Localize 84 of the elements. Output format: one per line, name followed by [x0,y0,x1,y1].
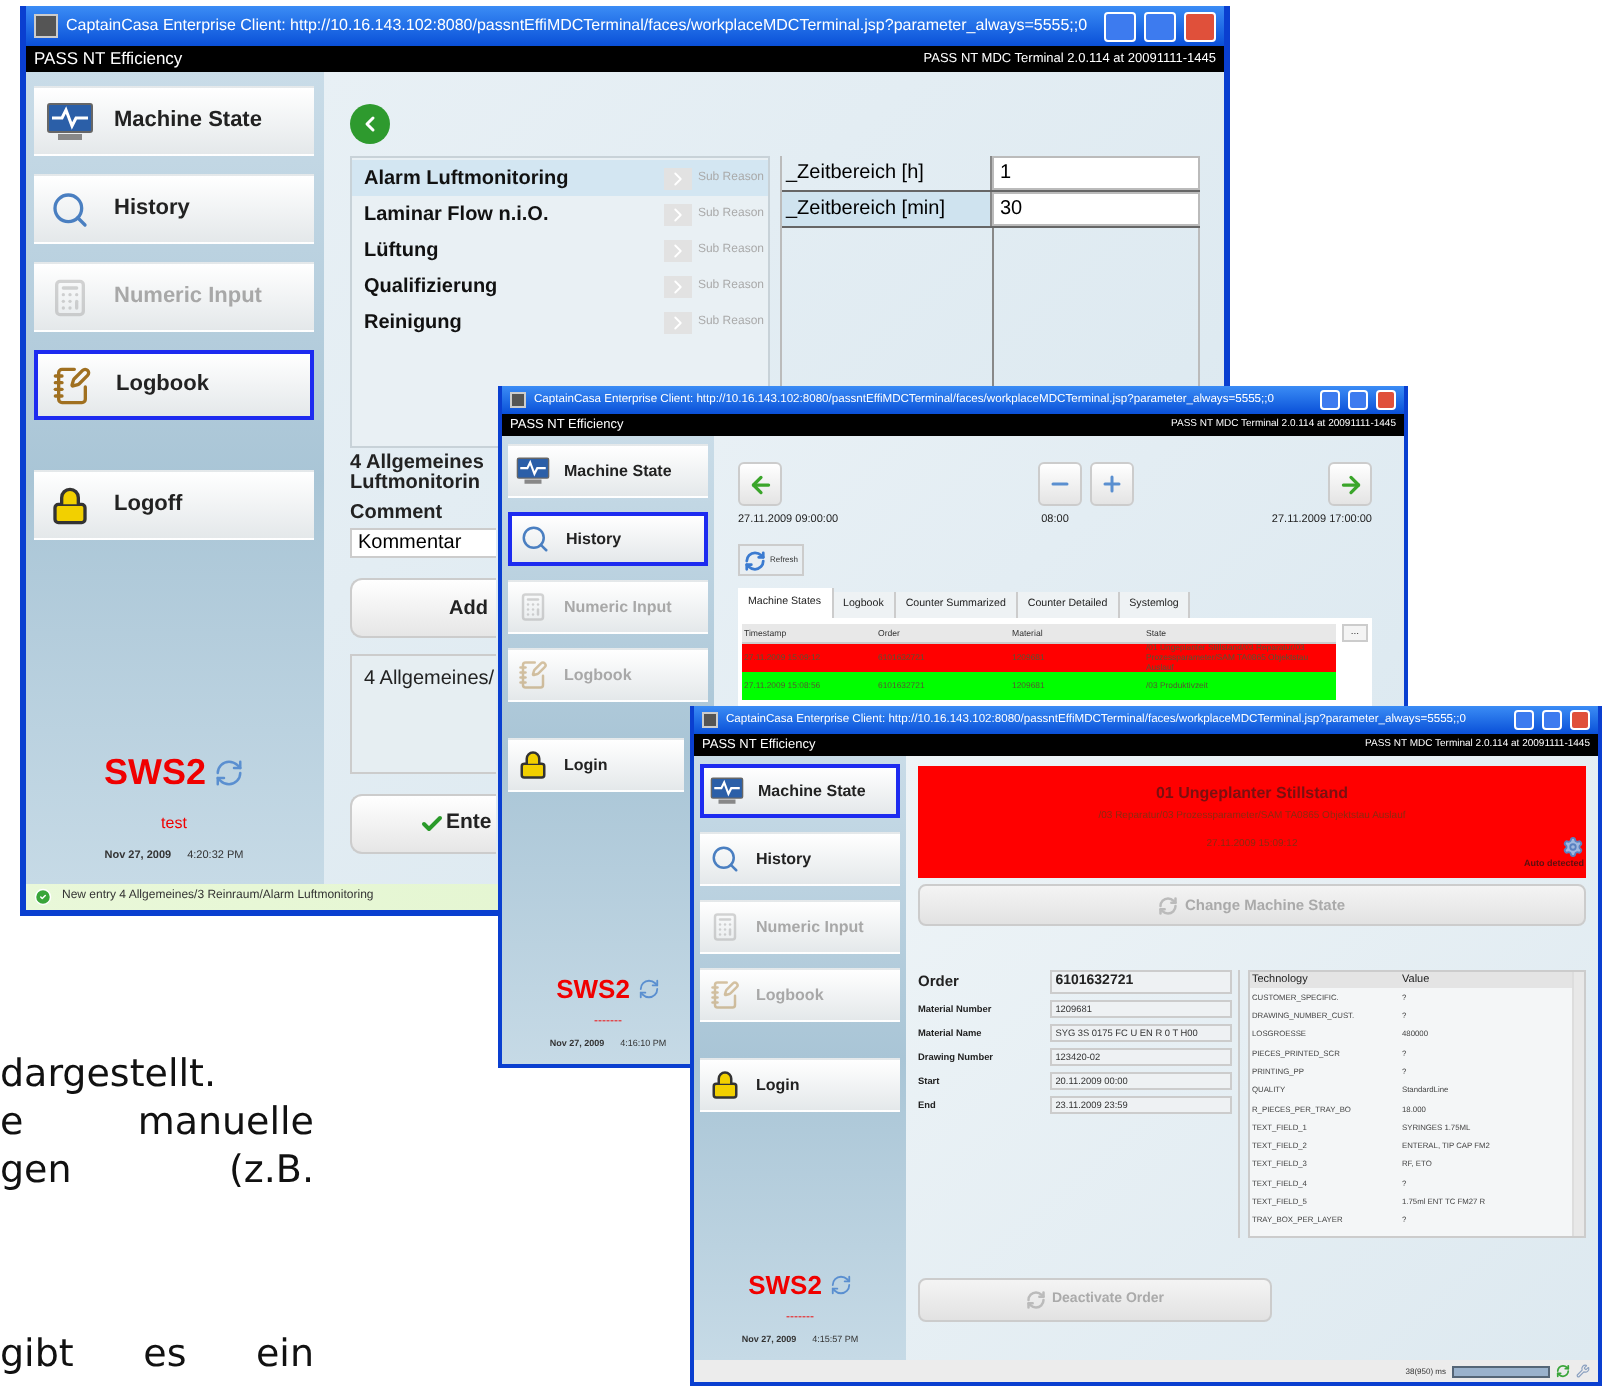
refresh-icon [1025,1290,1046,1310]
app-icon [510,392,526,408]
refresh-icon [1158,895,1179,915]
notepad-pencil-icon [516,660,550,690]
parameter-field[interactable]: 1 [992,156,1200,190]
plus-icon [1099,472,1123,496]
nav-button[interactable]: Logbook [34,350,314,420]
app-icon [702,712,718,728]
nav-button[interactable]: Machine State [700,764,900,818]
add-button[interactable]: Add [350,578,496,638]
close-button[interactable] [1376,390,1396,410]
minimize-button[interactable] [1514,710,1534,730]
wrench-icon [1576,1364,1590,1378]
reason-label: Alarm Luftmonitoring [364,165,569,193]
reason-label: Qualifizierung [364,273,498,301]
chevron-right-icon [663,311,692,333]
comment-label: Comment [350,500,443,528]
close-button[interactable] [1570,710,1590,730]
pulse-monitor-icon [516,456,550,486]
reason-label: Reinigung [364,309,462,337]
maximize-button[interactable] [1144,11,1176,41]
previous-button[interactable] [738,462,782,506]
calculator-icon [516,592,550,622]
notepad-pencil-icon [48,365,96,405]
refresh-icon [214,757,244,788]
chevron-right-icon [663,239,692,261]
parameter-field[interactable]: 30 [992,192,1200,226]
state-title: 01 Ungeplanter Stillstand [1155,782,1349,806]
parameter-label: _Zeitbereich [min] [782,192,992,226]
check-circle-icon [34,888,52,906]
search-icon [518,524,552,554]
lock-icon [516,750,550,780]
refresh-icon [1556,1364,1570,1378]
gear-icon [1562,836,1584,858]
pulse-monitor-icon [710,776,744,806]
nav-button[interactable]: Logoff [34,470,314,540]
chevron-right-icon [663,275,692,297]
logo-text: SWS2 [556,971,630,1008]
maximize-button[interactable] [1348,390,1368,410]
document-text: e manuelle [0,1098,314,1146]
back-button[interactable] [350,104,390,144]
window-title: CaptainCasa Enterprise Client: http://10.16.143.102:8080/passntEffiMDCTerminal/faces/workplaceMDCTerminal.jsp?parameter_always=5555;;0 [66,14,1090,38]
close-button[interactable] [1184,11,1216,41]
reason-label: Lüftung [364,237,439,265]
nav-button[interactable]: History [700,832,900,886]
nav-button[interactable]: Login [508,738,684,792]
arrow-left-icon [747,471,773,497]
search-icon [708,844,742,874]
app-name: PASS NT Efficiency [34,46,183,72]
document-text: gen (z.B. [0,1146,314,1194]
app-icon [34,14,58,38]
nav-button[interactable]: History [508,512,708,566]
refresh-icon [829,1274,852,1296]
zoom-in-button[interactable] [1089,462,1133,506]
scrollbar[interactable] [1572,972,1584,1236]
logo-text: SWS2 [748,1267,822,1304]
notepad-pencil-icon [708,980,742,1010]
minimize-button[interactable] [1104,11,1136,41]
refresh-icon [744,549,766,572]
document-text: dargestellt. [0,1050,219,1098]
next-button[interactable] [1328,462,1372,506]
nav-button[interactable]: History [34,174,314,244]
arrow-right-icon [1337,471,1363,497]
chevron-right-icon [663,203,692,225]
maximize-button[interactable] [1542,710,1562,730]
nav-button[interactable]: Login [700,1058,900,1112]
refresh-icon [637,978,660,1000]
checkmark-icon [420,812,444,836]
calculator-icon [708,912,742,942]
entries-area: 4 Allgemeines/ [350,654,496,774]
lock-icon [708,1070,742,1100]
document-text: gibt es ein [0,1330,314,1378]
selection-path: Luftmonitorin [350,474,480,494]
reason-label: Laminar Flow n.i.O. [364,201,549,229]
enter-button[interactable]: Ente [350,794,496,854]
selection-path: 4 Allgemeines [350,454,484,474]
comment-field[interactable]: Kommentar [350,528,496,558]
nav-button[interactable]: Machine State [508,444,708,498]
logo-text: SWS2 [103,749,206,796]
pulse-monitor-icon [46,101,94,141]
minimize-button[interactable] [1320,390,1340,410]
user-name: test [161,811,187,836]
chevron-right-icon [663,167,692,189]
nav-button[interactable]: Machine State [34,86,314,156]
